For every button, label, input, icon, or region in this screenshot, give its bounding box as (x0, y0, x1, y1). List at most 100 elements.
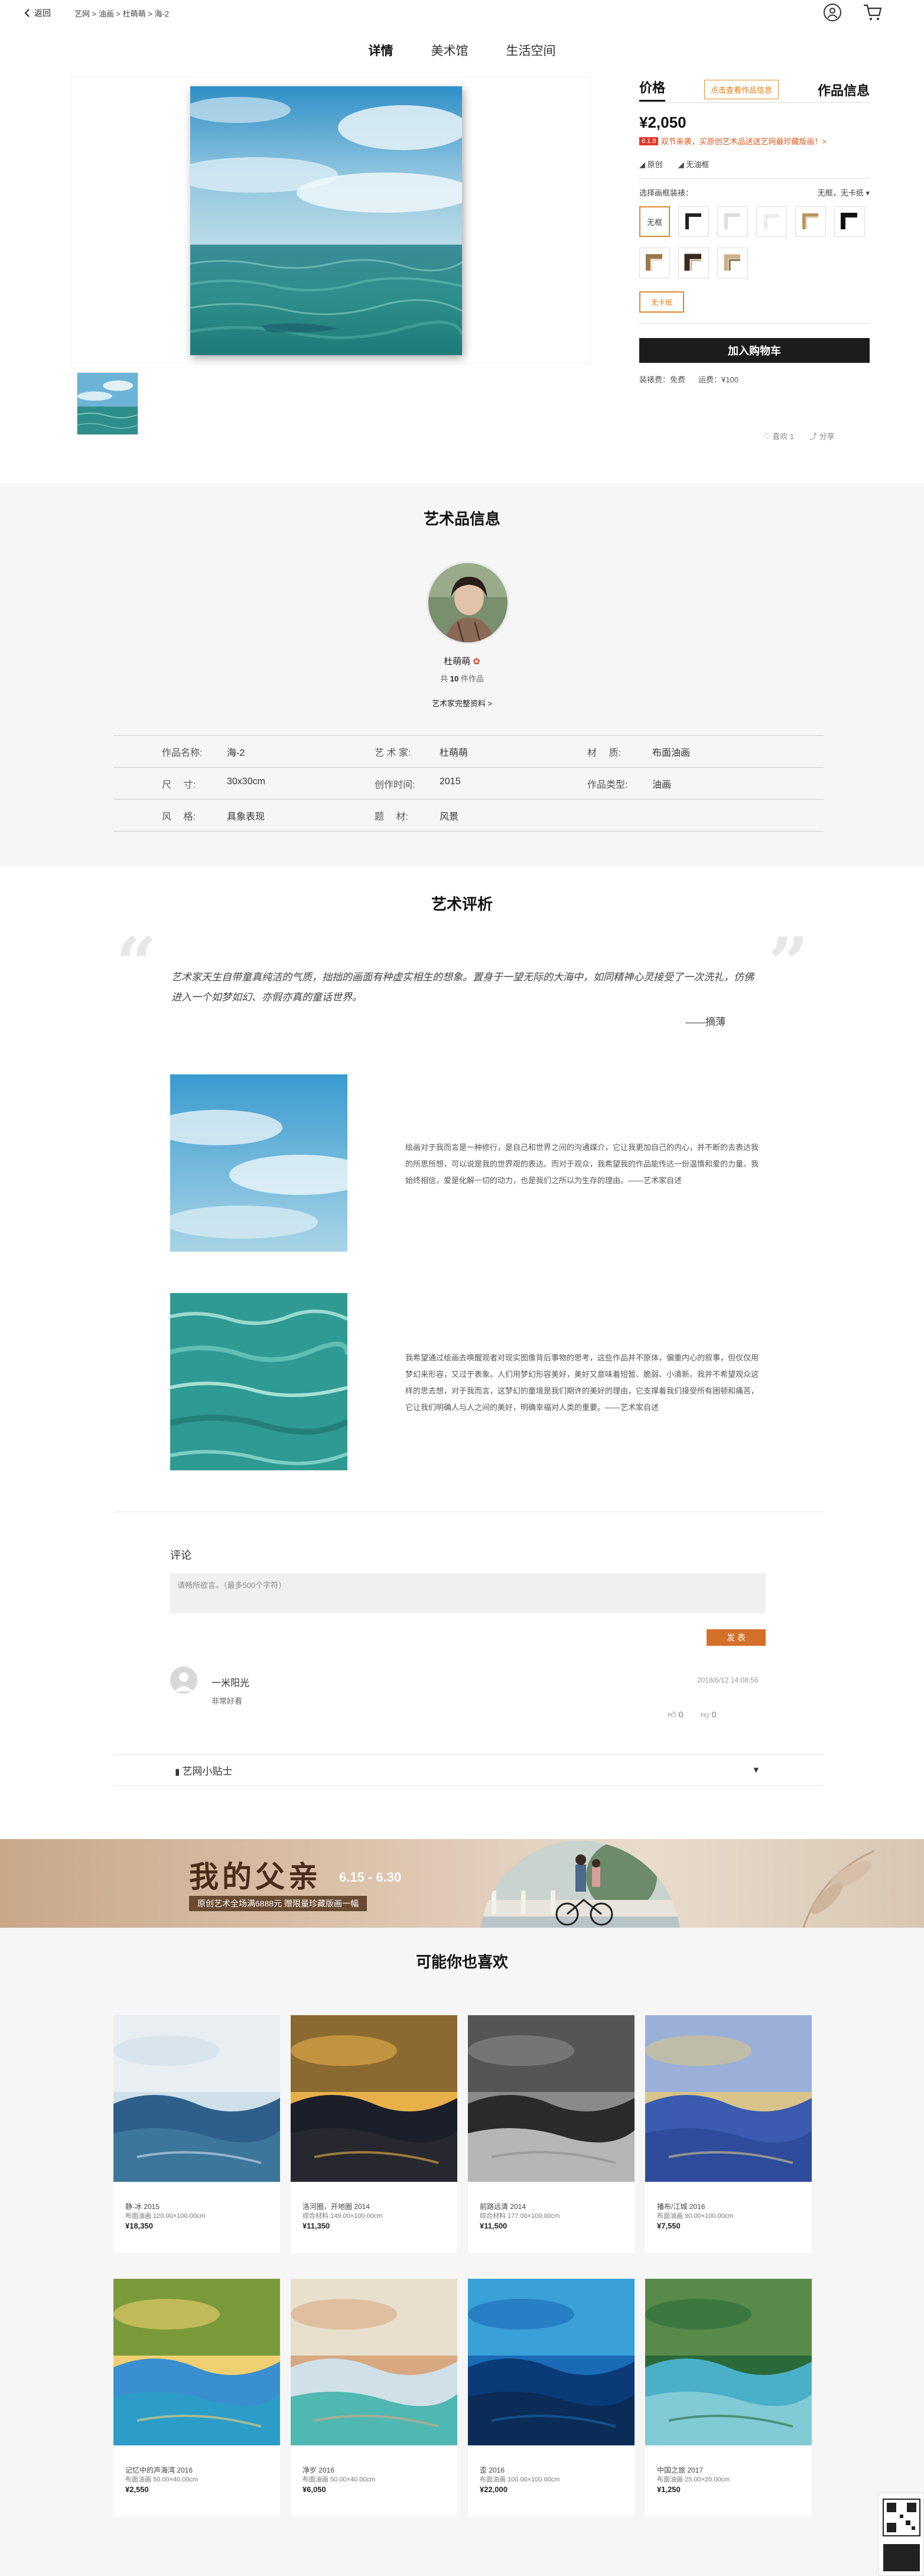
frame-option[interactable] (678, 206, 709, 237)
share-icon: ⤴ (809, 432, 819, 441)
commenter-avatar (170, 1667, 197, 1694)
recommend-card-title: 静-冰 2015 (125, 2203, 160, 2211)
tab-detail[interactable]: 详情 (369, 41, 393, 64)
info-key: 作品类型: (587, 779, 628, 790)
review-title: 艺术评析 (431, 895, 493, 913)
freight-fee: 运费：¥100 (698, 375, 738, 384)
info-row: 风 格: 具象表现 题 材: 风景 (113, 800, 824, 831)
info-value: 具象表现 (227, 811, 265, 822)
detail-image-sky[interactable] (170, 1074, 347, 1252)
info-cell: 作品名称: 海-2 (113, 745, 326, 759)
bookmark-icon: ▮ (175, 1766, 183, 1777)
info-key: 尺 寸: (162, 779, 196, 790)
review-quote: 艺术家天生自带童真纯洁的气质，拙拙的画面有种虚实相生的想象。置身于一望无际的大海… (171, 972, 754, 1003)
comment-text: 非常好看 (212, 1697, 243, 1706)
chevron-left-icon (24, 9, 30, 17)
view-info-button[interactable]: 点击查看作品信息 (704, 80, 779, 99)
recommend-card-spec: 布面油画 90.00×100.00cm (657, 2213, 734, 2220)
info-cell: 尺 寸: 30x30cm (113, 777, 326, 791)
recommend-card-image[interactable] (468, 2015, 635, 2182)
info-cell: 创作时间: 2015 (326, 777, 539, 791)
promo-banner[interactable]: 6.1.8 双节来袭，买原创艺术品送送艺网最珍藏版画！> (639, 135, 870, 147)
recommend-card[interactable]: 静-冰 2015 布面油画 120.00×100.00cm ¥18,350 (113, 2015, 280, 2253)
original-badge: ◢ 原创 (639, 160, 663, 169)
recommend-card-title: 净岁 2016 (302, 2466, 335, 2474)
back-button[interactable]: 返回 (24, 7, 51, 19)
user-icon[interactable] (824, 4, 841, 21)
frame-option[interactable] (639, 248, 670, 278)
artwork-main-image[interactable] (190, 86, 462, 355)
back-label: 返回 (34, 8, 51, 18)
like-button[interactable]: ♡ 喜欢 1 (763, 430, 794, 441)
info-cell: 材 质: 布面油画 (539, 745, 751, 759)
recommend-card[interactable]: 洛河圈，开地圈 2014 综合材料 149.00×100.00cm ¥11,35… (291, 2015, 457, 2253)
expand-icon[interactable]: ▾ (753, 1764, 759, 1776)
frame-option[interactable] (756, 206, 787, 237)
recommend-card-image[interactable] (113, 2279, 280, 2445)
recommend-card-image[interactable] (468, 2279, 635, 2445)
detail-image-sea[interactable] (170, 1293, 347, 1470)
info-row: 尺 寸: 30x30cm 创作时间: 2015 作品类型: 油画 (113, 768, 824, 800)
recommend-card[interactable]: 播布/江城 2016 布面油画 90.00×100.00cm ¥7,550 (645, 2015, 812, 2253)
frame-option[interactable] (717, 206, 748, 237)
recommend-card-price: ¥1,250 (657, 2485, 681, 2494)
tab-living-space[interactable]: 生活空间 (506, 41, 556, 64)
frame-option[interactable] (678, 248, 709, 278)
downvote-button[interactable]: 👎︎ 0 (701, 1710, 716, 1720)
cart-icon[interactable] (863, 4, 883, 21)
caret-down-icon: ▾ (866, 189, 870, 197)
comment-label: 评论 (170, 1550, 191, 1561)
promo-tag: 6.1.8 (639, 137, 659, 145)
tips-bar[interactable]: ▮ 艺网小贴士 ▾ (113, 1754, 824, 1786)
tab-artwork-info[interactable]: 作品信息 (818, 80, 870, 99)
recommend-card-image[interactable] (645, 2015, 812, 2182)
info-key: 题 材: (375, 811, 408, 822)
upvote-button[interactable]: 👍︎ 0 (668, 1710, 683, 1720)
recommend-card-title: 中国之旅 2017 (657, 2466, 704, 2474)
recommend-card-image[interactable] (113, 2015, 280, 2182)
recommend-card-spec: 综合材料 177.00×100.00cm (480, 2213, 560, 2220)
tab-gallery[interactable]: 美术馆 (431, 41, 468, 64)
recommend-card-image[interactable] (645, 2279, 812, 2445)
recommend-card-image[interactable] (291, 2015, 457, 2182)
frame-select[interactable]: 无框，无卡纸 ▾ (818, 187, 870, 198)
tab-price[interactable]: 价格 (639, 77, 666, 102)
frame-option[interactable] (834, 206, 865, 237)
recommend-card[interactable]: 净岁 2016 布面油画 50.00×40.00cm ¥6,050 (291, 2279, 457, 2516)
info-cell: 题 材: 风景 (326, 808, 539, 823)
mount-option-none[interactable]: 无卡纸 (639, 291, 684, 313)
artist-name[interactable]: 杜萌萌 ✿ (0, 655, 924, 667)
artwork-thumbnail[interactable] (77, 372, 138, 435)
promo-banner-fathers-day[interactable]: 我的父亲 6.15 - 6.30 原创艺术全场满6888元 赠限量珍藏版画一幅 (0, 1839, 924, 1928)
add-to-cart-button[interactable]: 加入购物车 (639, 338, 870, 363)
recommend-card[interactable]: 中国之旅 2017 布面油画 25.00×20.00cm ¥1,250 (645, 2279, 812, 2516)
frame-option-none[interactable]: 无框 (639, 206, 670, 237)
price: ¥2,050 (639, 113, 687, 131)
recommend-card[interactable]: 歪 2016 布面油画 100.00×100.00cm ¥22,000 (468, 2279, 635, 2516)
recommend-card[interactable]: 记忆中的声海湾 2016 布面油画 50.00×40.00cm ¥2,550 (113, 2279, 280, 2516)
frame-option[interactable] (795, 206, 826, 237)
recommend-card-title: 记忆中的声海湾 2016 (125, 2466, 193, 2474)
banner-subtitle: 原创艺术全场满6888元 赠限量珍藏版画一幅 (189, 1896, 367, 1911)
commenter-name: 一米阳光 (212, 1678, 250, 1688)
info-key: 风 格: (162, 811, 196, 822)
artist-avatar[interactable] (427, 561, 509, 644)
qr-code-widget[interactable] (878, 2493, 924, 2576)
banner-illustration (480, 1841, 681, 1928)
recommend-card[interactable]: 前路远清 2014 综合材料 177.00×100.00cm ¥11,500 (468, 2015, 635, 2253)
triangle-icon: ◢ (678, 160, 687, 169)
info-value: 2015 (440, 776, 461, 787)
recommend-card-image[interactable] (291, 2279, 457, 2445)
heart-icon: ♡ (763, 432, 773, 441)
recommend-card-price: ¥18,350 (125, 2221, 153, 2230)
info-key: 材 质: (587, 748, 621, 758)
frame-option[interactable] (717, 248, 748, 278)
artist-profile-link[interactable]: 艺术家完整资料 > (0, 697, 924, 709)
recommend-card-price: ¥6,050 (302, 2485, 326, 2494)
promo-text: 双节来袭，买原创艺术品送送艺网最珍藏版画！> (661, 137, 827, 146)
recommend-card-spec: 布面油画 100.00×100.00cm (480, 2476, 560, 2483)
submit-comment-button[interactable]: 发 表 (707, 1629, 766, 1646)
comment-input[interactable]: 请畅所欲言。（最多500个字符） (170, 1573, 766, 1613)
recommend-card-price: ¥2,550 (125, 2485, 149, 2494)
share-button[interactable]: ⤴ 分享 (809, 430, 835, 441)
